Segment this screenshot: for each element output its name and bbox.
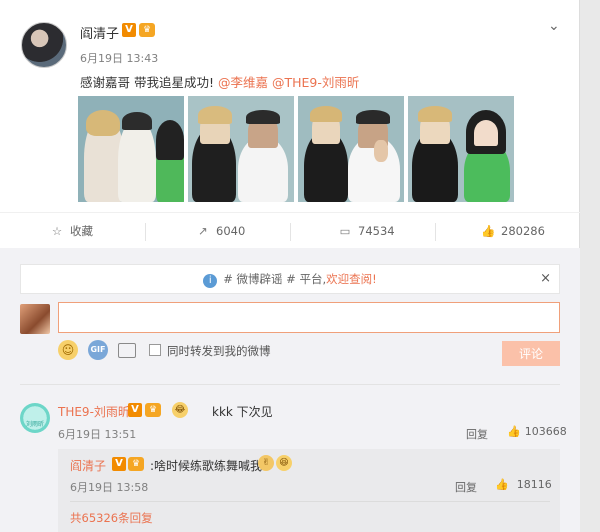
- reply-like-count: 18116: [516, 478, 552, 491]
- photo-grid: [78, 96, 518, 202]
- favorite-button[interactable]: ☆ 收藏: [50, 213, 93, 249]
- comment-icon: ▭: [339, 224, 351, 238]
- victory-hand-emoji-icon: ✌: [258, 455, 274, 471]
- reply-timestamp: 6月19日 13:58: [70, 481, 149, 494]
- info-icon: i: [203, 274, 218, 288]
- thumbs-up-icon: 👍: [481, 224, 496, 238]
- verified-badge-icon: V: [112, 457, 126, 471]
- reply-button[interactable]: 回复: [455, 479, 477, 495]
- comment-button[interactable]: ▭ 74534: [338, 213, 395, 249]
- notice-text: # 微博辟谣 # 平台,: [223, 272, 327, 286]
- repost-button[interactable]: ↗ 6040: [196, 213, 245, 249]
- post-photo[interactable]: [78, 96, 184, 202]
- image-icon[interactable]: [118, 343, 136, 358]
- repost-checkbox-label[interactable]: 同时转发到我的微博: [167, 343, 271, 359]
- notice-link[interactable]: 欢迎查阅!: [326, 272, 377, 286]
- weibo-post-card: 阎清子 V ♛ 6月19日 13:43 ⌄ 感谢嘉哥 带我追星成功! @李维嘉 …: [0, 0, 580, 532]
- reply-author-name[interactable]: 阎清子: [70, 457, 106, 474]
- author-name[interactable]: 阎清子: [80, 23, 119, 42]
- emoji-icon[interactable]: ☺: [58, 340, 78, 360]
- post-photo[interactable]: [298, 96, 404, 202]
- submit-comment-button[interactable]: 评论: [502, 341, 560, 366]
- post-text: 感谢嘉哥 带我追星成功! @李维嘉 @THE9-刘雨昕: [80, 72, 359, 91]
- repost-icon: ↗: [198, 224, 208, 238]
- mention-link[interactable]: @THE9-刘雨昕: [272, 75, 359, 90]
- reply-button[interactable]: 回复: [466, 426, 488, 442]
- commenter-name[interactable]: THE9-刘雨昕: [58, 403, 130, 420]
- post-photo[interactable]: [188, 96, 294, 202]
- repost-count: 6040: [216, 224, 246, 238]
- mention-link[interactable]: @李维嘉: [218, 75, 268, 90]
- repost-checkbox[interactable]: [149, 344, 161, 356]
- post-photo[interactable]: [408, 96, 514, 202]
- commenter-avatar[interactable]: 刘雨昕: [20, 403, 50, 433]
- post-text-body: 感谢嘉哥 带我追星成功!: [80, 75, 218, 90]
- comment-text: kkk 下次见: [212, 405, 273, 419]
- current-user-avatar[interactable]: [20, 304, 50, 334]
- post-action-bar: ☆ 收藏 ↗ 6040 ▭ 74534 👍 280286: [0, 212, 580, 248]
- member-crown-icon: ♛: [139, 23, 155, 37]
- reply-text: :啥时候练歌练舞喊我: [150, 459, 263, 473]
- like-button[interactable]: 👍 280286: [481, 213, 545, 249]
- member-crown-icon: ♛: [145, 403, 161, 417]
- laughing-emoji-icon: 😂: [172, 402, 188, 418]
- member-crown-icon: ♛: [128, 457, 144, 471]
- thumbs-up-icon: 👍: [495, 478, 509, 491]
- more-replies-link[interactable]: 共65326条回复: [70, 510, 153, 526]
- reply-like-button[interactable]: 👍 18116: [495, 478, 552, 491]
- comment-like-count: 103668: [524, 425, 567, 438]
- star-icon: ☆: [51, 224, 63, 238]
- verified-badge-icon: V: [122, 23, 136, 37]
- divider: [70, 501, 550, 502]
- comment-timestamp: 6月19日 13:51: [58, 428, 137, 441]
- like-count: 280286: [501, 224, 545, 238]
- chevron-down-icon[interactable]: ⌄: [548, 18, 560, 34]
- gif-icon[interactable]: GIF: [88, 340, 108, 360]
- author-avatar[interactable]: [21, 22, 67, 68]
- grinning-emoji-icon: 😆: [276, 455, 292, 471]
- verified-badge-icon: V: [128, 403, 142, 417]
- rumor-notice-banner: i # 微博辟谣 # 平台,欢迎查阅! ×: [20, 264, 560, 294]
- divider: [20, 384, 560, 385]
- comment-input[interactable]: [58, 302, 560, 333]
- thumbs-up-icon: 👍: [507, 425, 521, 438]
- comment-like-button[interactable]: 👍 103668: [507, 425, 567, 438]
- favorite-label: 收藏: [70, 224, 93, 238]
- close-icon[interactable]: ×: [540, 265, 551, 293]
- post-timestamp[interactable]: 6月19日 13:43: [80, 50, 158, 66]
- comment-count: 74534: [358, 224, 395, 238]
